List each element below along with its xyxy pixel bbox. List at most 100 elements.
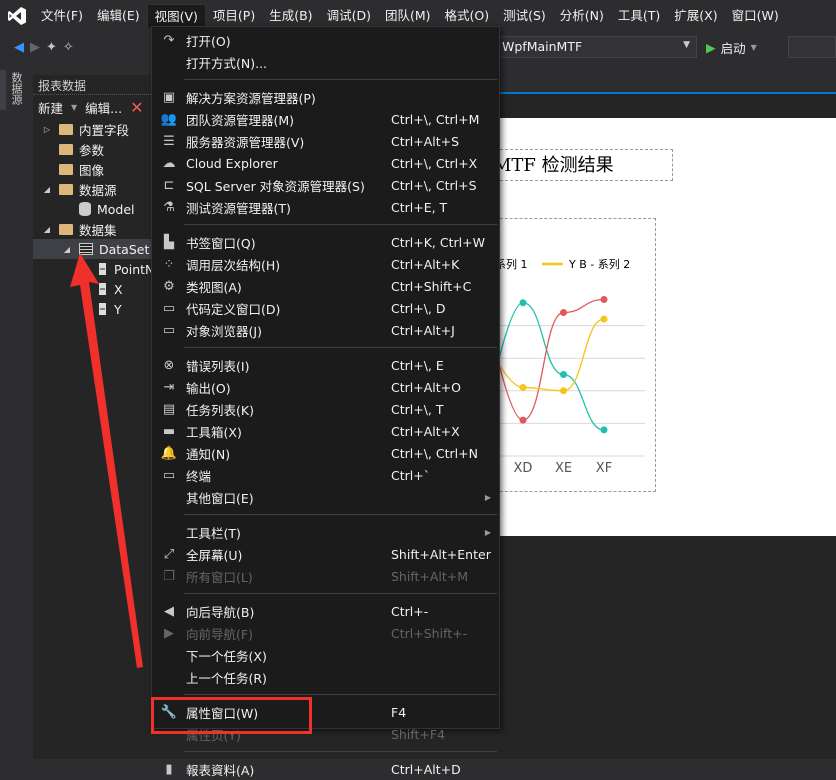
view-menu-item[interactable]: ▣ 解决方案资源管理器(P) — [152, 86, 499, 108]
view-menu-item[interactable]: 👥 团队资源管理器(M) Ctrl+\, Ctrl+M — [152, 108, 499, 130]
menu-separator — [184, 347, 497, 348]
menu-item-shortcut: Ctrl+\, Ctrl+X — [391, 155, 478, 171]
menu-item-icon: ⊗ — [163, 357, 175, 373]
menu-item-label: 测试资源管理器(T) — [186, 200, 291, 216]
menu-item-icon: 🔔 — [160, 445, 178, 461]
view-menu-item[interactable]: 工具栏(T) ▶ — [152, 521, 499, 543]
view-menu-item[interactable]: ☁ Cloud Explorer Ctrl+\, Ctrl+X — [152, 152, 499, 174]
view-menu-item[interactable]: ⊏ SQL Server 对象资源管理器(S) Ctrl+\, Ctrl+S — [152, 174, 499, 196]
view-menu-item[interactable]: ⇥ 输出(O) Ctrl+Alt+O — [152, 376, 499, 398]
view-menu-item[interactable]: ▤ 任务列表(K) Ctrl+\, T — [152, 398, 499, 420]
view-menu-item[interactable]: 打开方式(N)... — [152, 51, 499, 73]
menu-item-icon: ▭ — [162, 322, 176, 338]
menu-item-shortcut: Shift+Alt+M — [391, 568, 469, 584]
view-menu-item[interactable]: ▭ 终端 Ctrl+` — [152, 464, 499, 486]
menu-separator — [184, 593, 497, 594]
menu-separator — [184, 694, 497, 695]
menu-item-label: 上一个任务(R) — [186, 670, 267, 686]
menu-item-shortcut: Ctrl+Shift+C — [391, 278, 472, 294]
menu-item-shortcut: Ctrl+Alt+J — [391, 322, 455, 338]
menu-item-label: 书签窗口(Q) — [186, 235, 256, 251]
view-menu-item[interactable]: ▬ 工具箱(X) Ctrl+Alt+X — [152, 420, 499, 442]
menu-item-icon: ▬ — [162, 423, 176, 439]
menu-item-shortcut: Ctrl+` — [391, 467, 430, 483]
menu-item-label: 打开方式(N)... — [186, 55, 268, 71]
view-menu-item[interactable]: ◀ 向后导航(B) Ctrl+- — [152, 600, 499, 622]
x-tick-label: XF — [596, 461, 612, 476]
view-menu-item[interactable]: ☰ 服务器资源管理器(V) Ctrl+Alt+S — [152, 130, 499, 152]
x-tick-label: XD — [514, 461, 533, 476]
submenu-arrow-icon: ▶ — [484, 492, 491, 502]
menu-item-label: 团队资源管理器(M) — [186, 112, 295, 128]
menu-item-label: 向前导航(F) — [186, 626, 253, 642]
menu-item-icon: ❐ — [163, 568, 175, 584]
view-menu-item[interactable]: 其他窗口(E) ▶ — [152, 486, 499, 508]
data-point — [519, 416, 527, 424]
menu-item-shortcut: Ctrl+Alt+X — [391, 423, 460, 439]
view-menu-item[interactable]: ⊗ 错误列表(I) Ctrl+\, E — [152, 354, 499, 376]
menu-item-label: 工具箱(X) — [186, 424, 242, 440]
menu-item-icon: ⇥ — [163, 379, 175, 395]
menu-item-label: 服务器资源管理器(V) — [186, 134, 305, 150]
menu-item-label: 任务列表(K) — [186, 402, 254, 418]
menu-item-icon: ▤ — [162, 401, 176, 417]
menu-item-label: 类视图(A) — [186, 279, 242, 295]
menu-item-label: 输出(O) — [186, 380, 231, 396]
view-menu-item[interactable]: 🔔 通知(N) Ctrl+\, Ctrl+N — [152, 442, 499, 464]
view-menu-item[interactable]: ⁘ 调用层次结构(H) Ctrl+Alt+K — [152, 253, 499, 275]
view-menu-item[interactable]: ❐ 所有窗口(L) Shift+Alt+M — [152, 565, 499, 587]
menu-item-label: 错误列表(I) — [186, 358, 250, 374]
menu-item-icon: ⚗ — [163, 199, 175, 215]
series-line — [497, 298, 605, 421]
menu-item-icon: 👥 — [160, 111, 178, 127]
view-menu-item[interactable]: ↷ 打开(O) — [152, 29, 499, 51]
menu-item-icon: ☰ — [163, 133, 175, 149]
menu-item-label: 调用层次结构(H) — [186, 257, 281, 273]
menu-separator — [184, 751, 497, 752]
view-menu-item[interactable]: ▮ 報表資料(A) Ctrl+Alt+D — [152, 758, 499, 780]
view-menu: ↷ 打开(O) 打开方式(N)... ▣ 解决方案资源管理器(P) 👥 团队资源管理器(M)… — [151, 26, 500, 778]
menu-item-label: 代码定义窗口(D) — [186, 301, 281, 317]
menu-item-shortcut: Ctrl+E, T — [391, 199, 448, 215]
menu-item-shortcut: Shift+F4 — [391, 726, 446, 742]
menu-item-label: 全屏幕(U) — [186, 547, 243, 563]
data-point — [519, 384, 527, 392]
menu-item-shortcut: Ctrl+\, T — [391, 401, 444, 417]
menu-item-label: Cloud Explorer — [186, 155, 278, 171]
menu-item-label: 其他窗口(E) — [186, 490, 254, 506]
view-menu-item[interactable]: ⚙ 类视图(A) Ctrl+Shift+C — [152, 275, 499, 297]
menu-item-shortcut: Ctrl+Alt+K — [391, 256, 460, 272]
view-menu-item[interactable]: 下一个任务(X) — [152, 644, 499, 666]
x-tick-label: XE — [555, 461, 572, 476]
view-menu-item[interactable]: ▙ 书签窗口(Q) Ctrl+K, Ctrl+W — [152, 231, 499, 253]
menu-item-label: 所有窗口(L) — [186, 569, 253, 585]
menu-item-label: 终端 — [186, 468, 212, 484]
menu-item-label: 对象浏览器(J) — [186, 323, 262, 339]
menu-item-icon: ☁ — [162, 155, 176, 171]
menu-item-shortcut: Ctrl+Alt+S — [391, 133, 460, 149]
menu-item-icon: ↷ — [163, 32, 175, 48]
menu-item-shortcut: F4 — [391, 704, 407, 720]
data-point — [560, 387, 567, 395]
view-menu-item[interactable]: ⚗ 测试资源管理器(T) Ctrl+E, T — [152, 196, 499, 218]
menu-item-icon: ▭ — [162, 467, 176, 483]
menu-item-label: 報表資料(A) — [186, 762, 255, 778]
menu-separator — [184, 514, 497, 515]
data-point — [519, 299, 527, 307]
menu-item-shortcut: Ctrl+- — [391, 603, 429, 619]
menu-item-shortcut: Ctrl+Alt+D — [391, 761, 461, 777]
view-menu-item[interactable]: ▭ 代码定义窗口(D) Ctrl+\, D — [152, 297, 499, 319]
view-menu-item[interactable]: ▭ 对象浏览器(J) Ctrl+Alt+J — [152, 319, 499, 341]
view-menu-item[interactable]: ⤢ 全屏幕(U) Shift+Alt+Enter — [152, 543, 499, 565]
data-point — [600, 426, 608, 434]
view-menu-item[interactable]: ▶ 向前导航(F) Ctrl+Shift+- — [152, 622, 499, 644]
view-menu-item[interactable]: 上一个任务(R) — [152, 666, 499, 688]
menu-item-label: 解决方案资源管理器(P) — [186, 90, 316, 106]
data-point — [600, 315, 608, 323]
menu-item-icon: ▙ — [164, 234, 174, 250]
menu-item-label: 下一个任务(X) — [186, 648, 267, 664]
menu-item-icon: ⚙ — [163, 278, 175, 294]
menu-separator — [184, 79, 497, 80]
menu-item-icon: ▣ — [162, 89, 176, 105]
menu-item-icon: ⊏ — [163, 177, 175, 193]
